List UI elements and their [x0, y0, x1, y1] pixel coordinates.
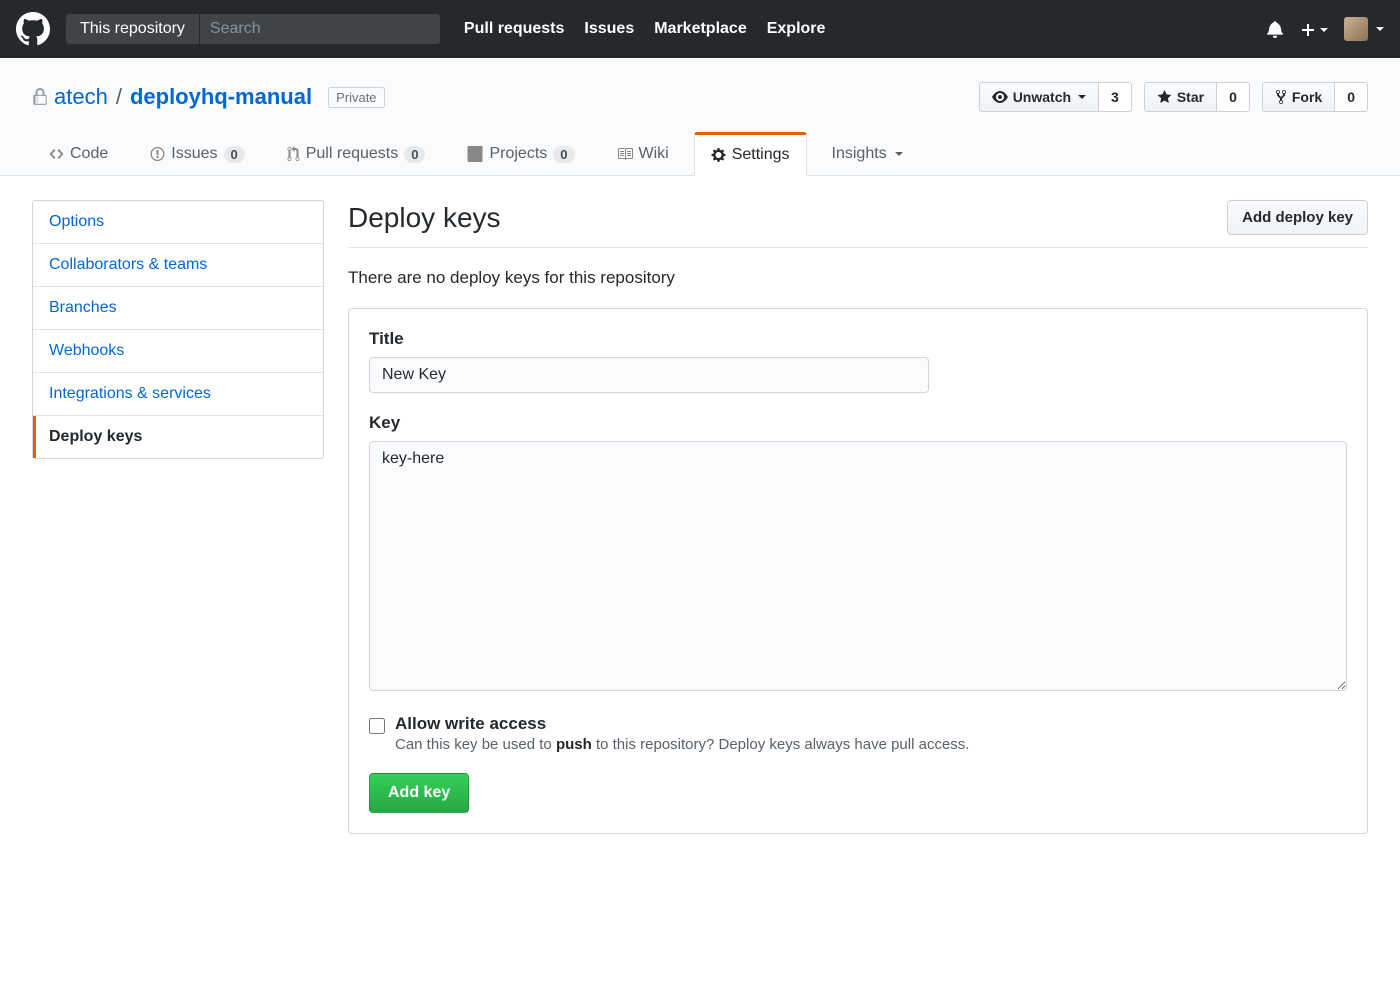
- main-content: Deploy keys Add deploy key There are no …: [348, 200, 1368, 834]
- deploy-key-form: Title Key key-here Allow write access Ca…: [348, 308, 1368, 834]
- notifications-bell-icon[interactable]: [1266, 20, 1284, 38]
- pulls-count: 0: [404, 146, 425, 163]
- repo-header: atech / deployhq-manual Private Unwatch …: [0, 58, 1400, 176]
- repo-separator: /: [116, 84, 122, 110]
- fork-icon: [1275, 89, 1287, 105]
- add-deploy-key-button[interactable]: Add deploy key: [1227, 200, 1368, 235]
- settings-sidebar: Options Collaborators & teams Branches W…: [32, 200, 324, 834]
- watch-count[interactable]: 3: [1099, 82, 1132, 112]
- nav-marketplace[interactable]: Marketplace: [654, 20, 747, 38]
- title-input[interactable]: [369, 357, 929, 393]
- allow-write-description: Can this key be used to push to this rep…: [395, 736, 969, 753]
- title-label: Title: [369, 329, 1347, 349]
- empty-state-message: There are no deploy keys for this reposi…: [348, 268, 1368, 288]
- lock-icon: [32, 88, 48, 106]
- sidebar-item-branches[interactable]: Branches: [33, 287, 323, 330]
- visibility-badge: Private: [328, 87, 384, 108]
- nav-explore[interactable]: Explore: [767, 20, 826, 38]
- tab-code[interactable]: Code: [32, 132, 125, 175]
- avatar: [1344, 17, 1368, 41]
- unwatch-button[interactable]: Unwatch: [979, 82, 1099, 112]
- fork-count[interactable]: 0: [1335, 82, 1368, 112]
- repo-owner-link[interactable]: atech: [54, 84, 108, 110]
- nav-pull-requests[interactable]: Pull requests: [464, 20, 564, 38]
- create-new-icon[interactable]: [1300, 20, 1328, 37]
- key-textarea[interactable]: key-here: [369, 441, 1347, 691]
- tab-projects[interactable]: Projects 0: [450, 132, 591, 175]
- fork-button[interactable]: Fork: [1262, 82, 1335, 112]
- book-icon: [617, 146, 633, 162]
- projects-count: 0: [553, 146, 574, 163]
- search-input[interactable]: [200, 14, 440, 44]
- sidebar-item-options[interactable]: Options: [33, 201, 323, 244]
- tab-wiki[interactable]: Wiki: [600, 132, 686, 175]
- tab-issues[interactable]: Issues 0: [133, 132, 261, 175]
- nav-issues[interactable]: Issues: [584, 20, 634, 38]
- tab-pull-requests[interactable]: Pull requests 0: [270, 132, 443, 175]
- allow-write-checkbox[interactable]: [369, 718, 385, 734]
- page-title: Deploy keys: [348, 202, 501, 234]
- repo-name-link[interactable]: deployhq-manual: [130, 84, 312, 109]
- star-button[interactable]: Star: [1144, 82, 1217, 112]
- search-scope-label[interactable]: This repository: [66, 14, 199, 44]
- pull-request-icon: [287, 146, 300, 162]
- issues-count: 0: [224, 146, 245, 163]
- sidebar-item-webhooks[interactable]: Webhooks: [33, 330, 323, 373]
- eye-icon: [992, 89, 1008, 105]
- tab-settings[interactable]: Settings: [694, 132, 807, 176]
- sidebar-item-deploy-keys: Deploy keys: [33, 416, 323, 458]
- github-logo-icon[interactable]: [16, 12, 50, 46]
- project-icon: [467, 146, 483, 162]
- user-menu[interactable]: [1344, 17, 1384, 41]
- allow-write-label: Allow write access: [395, 714, 969, 734]
- add-key-submit-button[interactable]: Add key: [369, 773, 469, 813]
- gear-icon: [711, 147, 726, 163]
- issue-icon: [150, 146, 165, 162]
- star-count[interactable]: 0: [1217, 82, 1250, 112]
- tab-insights[interactable]: Insights: [815, 132, 920, 175]
- sidebar-item-integrations[interactable]: Integrations & services: [33, 373, 323, 416]
- sidebar-item-collaborators[interactable]: Collaborators & teams: [33, 244, 323, 287]
- key-label: Key: [369, 413, 1347, 433]
- code-icon: [49, 146, 64, 162]
- star-icon: [1157, 89, 1172, 105]
- global-header: This repository Pull requests Issues Mar…: [0, 0, 1400, 58]
